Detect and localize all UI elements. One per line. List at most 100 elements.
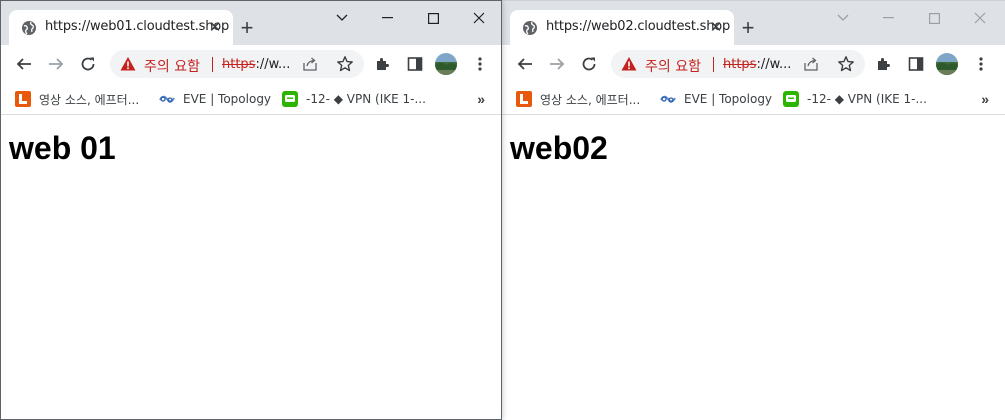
bookmark-item[interactable]: -12- ◆ VPN (IKE 1-... [282, 89, 426, 109]
browser-window-web01[interactable]: https://web01.cloudtest.shop ✕ + 주의 요함 h… [0, 0, 502, 420]
avatar [936, 53, 958, 75]
menu-button[interactable] [970, 53, 992, 75]
extensions-button[interactable] [372, 53, 394, 75]
more-bookmarks-button[interactable]: » [981, 91, 989, 107]
arrow-right-icon [550, 58, 565, 70]
bookmark-item[interactable]: EVE | Topology [660, 89, 772, 109]
arrow-left-icon [517, 58, 532, 70]
tab-search-button[interactable] [319, 1, 365, 35]
bookmark-item[interactable]: 영상 소스, 에프터... [516, 89, 640, 109]
bookmark-item[interactable]: -12- ◆ VPN (IKE 1-... [783, 89, 927, 109]
bookmark-label: -12- ◆ VPN (IKE 1-... [807, 92, 927, 106]
forward-button[interactable] [45, 53, 67, 75]
reload-icon [81, 57, 95, 71]
bookmark-label: EVE | Topology [183, 92, 272, 106]
address-bar[interactable]: 주의 요함 https://w... [611, 50, 865, 78]
security-warning-text[interactable]: 주의 요함 [645, 56, 701, 76]
page-heading: web 01 [9, 130, 116, 166]
bookmarks-bar: 영상 소스, 에프터... EVE | Topology -12- ◆ VPN … [502, 83, 1005, 115]
title-bar[interactable]: https://web01.cloudtest.shop ✕ + [1, 1, 501, 45]
profile-button[interactable] [935, 52, 959, 76]
side-panel-icon [407, 57, 423, 71]
puzzle-icon [377, 58, 389, 70]
more-vert-icon [478, 57, 482, 71]
minimize-button[interactable] [865, 1, 911, 35]
toolbar: 주의 요함 https://w... [502, 45, 1005, 83]
warning-icon [120, 57, 136, 71]
toolbar: 주의 요함 https://w... [1, 45, 501, 83]
bookmark-label: 영상 소스, 에프터... [39, 92, 140, 107]
browser-window-web02[interactable]: https://web02.cloudtest.shop ✕ + 주의 요함 h… [502, 0, 1005, 420]
star-icon[interactable] [336, 55, 354, 73]
url-scheme: https [723, 57, 757, 72]
bookmark-item[interactable]: EVE | Topology [159, 89, 271, 109]
browser-tab[interactable]: https://web01.cloudtest.shop ✕ [9, 10, 233, 45]
green-chat-icon [282, 91, 298, 107]
new-tab-button[interactable]: + [738, 17, 758, 39]
extensions-button[interactable] [873, 53, 895, 75]
minimize-icon [381, 17, 393, 19]
side-panel-button[interactable] [404, 53, 426, 75]
reload-button[interactable] [578, 53, 600, 75]
url-text[interactable]: https://w... [222, 57, 290, 72]
url-rest: ://w... [756, 57, 792, 72]
new-tab-button[interactable]: + [237, 17, 257, 39]
close-tab-icon[interactable]: ✕ [708, 20, 724, 36]
green-chat-icon [783, 91, 799, 107]
forward-button[interactable] [546, 53, 568, 75]
tab-title: https://web02.cloudtest.shop [546, 19, 731, 34]
url-text[interactable]: https://w... [723, 57, 791, 72]
reload-icon [582, 57, 596, 71]
bookmark-label: 영상 소스, 에프터... [540, 92, 641, 107]
reload-button[interactable] [77, 53, 99, 75]
page-content: web 01 [1, 116, 501, 419]
close-window-button[interactable] [456, 1, 501, 35]
page-heading: web02 [510, 130, 608, 166]
profile-button[interactable] [434, 52, 458, 76]
bookmarks-bar: 영상 소스, 에프터... EVE | Topology -12- ◆ VPN … [1, 83, 501, 115]
maximize-button[interactable] [911, 1, 957, 35]
maximize-button[interactable] [410, 1, 456, 35]
tab-title: https://web01.cloudtest.shop [45, 19, 230, 34]
omnibox-divider [713, 57, 714, 72]
eve-icon [660, 95, 676, 103]
side-panel-button[interactable] [905, 53, 927, 75]
bookmark-item[interactable]: 영상 소스, 에프터... [15, 89, 139, 109]
more-vert-icon [979, 57, 983, 71]
title-bar[interactable]: https://web02.cloudtest.shop ✕ + [502, 1, 1005, 45]
chevron-down-icon [837, 14, 849, 21]
minimize-button[interactable] [364, 1, 410, 35]
chevron-down-icon [336, 14, 348, 21]
browser-tab[interactable]: https://web02.cloudtest.shop ✕ [510, 10, 734, 45]
close-tab-icon[interactable]: ✕ [207, 20, 223, 36]
globe-icon [523, 21, 537, 35]
back-button[interactable] [514, 53, 536, 75]
close-window-button[interactable] [957, 1, 1003, 35]
close-icon [974, 12, 986, 24]
share-icon[interactable] [302, 56, 318, 72]
maximize-icon [928, 12, 940, 24]
security-warning-text[interactable]: 주의 요함 [144, 56, 200, 76]
tab-search-button[interactable] [820, 1, 866, 35]
puzzle-icon [878, 58, 890, 70]
bookmark-label: -12- ◆ VPN (IKE 1-... [306, 92, 426, 106]
back-button[interactable] [13, 53, 35, 75]
address-bar[interactable]: 주의 요함 https://w... [110, 50, 364, 78]
maximize-icon [427, 12, 439, 24]
page-content: web02 [502, 116, 1005, 420]
menu-button[interactable] [469, 53, 491, 75]
omnibox-divider [212, 57, 213, 72]
more-bookmarks-button[interactable]: » [477, 91, 485, 107]
orange-bookmark-icon [516, 91, 532, 107]
minimize-icon [882, 17, 894, 19]
close-icon [473, 12, 485, 24]
url-scheme: https [222, 57, 256, 72]
avatar [435, 53, 457, 75]
share-icon[interactable] [803, 56, 819, 72]
url-rest: ://w... [255, 57, 291, 72]
star-icon[interactable] [837, 55, 855, 73]
bookmark-label: EVE | Topology [684, 92, 773, 106]
arrow-left-icon [16, 58, 31, 70]
globe-icon [22, 21, 36, 35]
side-panel-icon [908, 57, 924, 71]
